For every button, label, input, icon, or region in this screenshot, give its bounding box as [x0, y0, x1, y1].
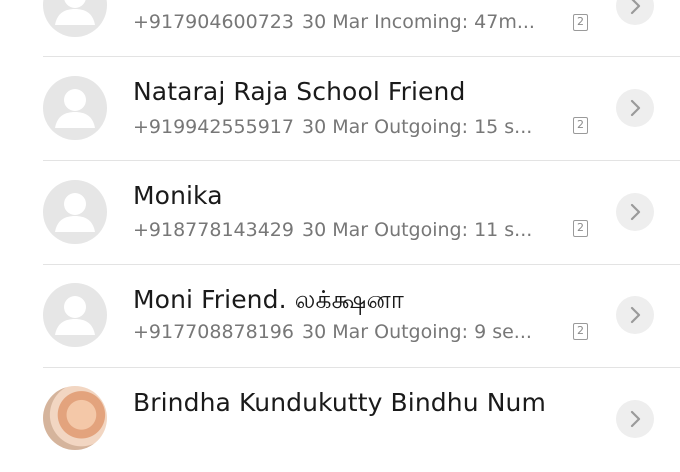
call-log-list: +917904600723 30 Mar Incoming: 47m... 2 N…: [0, 0, 680, 450]
contact-name: Monika: [133, 181, 223, 210]
call-detail: +917708878196 30 Mar Outgoing: 9 se...: [133, 320, 532, 344]
chevron-right-icon[interactable]: [616, 89, 654, 127]
call-detail: +919942555917 30 Mar Outgoing: 15 s...: [133, 115, 532, 139]
call-log-row[interactable]: Monika +918778143429 30 Mar Outgoing: 11 …: [0, 161, 680, 265]
call-date: 30 Mar: [301, 219, 369, 241]
call-summary: Outgoing: 9 se...: [374, 321, 532, 343]
sim-2-icon: 2: [573, 220, 588, 237]
call-summary: Incoming: 47m...: [374, 11, 535, 33]
chevron-right-icon[interactable]: [616, 193, 654, 231]
phone-number: +919942555917: [133, 116, 294, 138]
call-log-row[interactable]: Nataraj Raja School Friend +919942555917…: [0, 57, 680, 161]
default-contact-icon: [43, 180, 107, 244]
call-log-row[interactable]: Moni Friend. லக்க்ஷனா +917708878196 30 Ma…: [0, 265, 680, 369]
call-date: 30 Mar: [301, 321, 369, 343]
phone-number: +917708878196: [133, 321, 294, 343]
call-date: 30 Mar: [301, 11, 369, 33]
chevron-right-icon[interactable]: [616, 400, 654, 438]
sim-2-icon: 2: [573, 14, 588, 31]
call-log-row[interactable]: Brindha Kundukutty Bindhu Num: [0, 368, 680, 472]
chevron-right-icon[interactable]: [616, 0, 654, 25]
chevron-right-icon[interactable]: [616, 296, 654, 334]
contact-name: Brindha Kundukutty Bindhu Num: [133, 388, 546, 417]
phone-number: +918778143429: [133, 219, 294, 241]
contact-name: Moni Friend. லக்க்ஷனா: [133, 285, 404, 314]
call-date: 30 Mar: [301, 116, 369, 138]
sim-2-icon: 2: [573, 117, 588, 134]
sim-2-icon: 2: [573, 323, 588, 340]
call-detail: +917904600723 30 Mar Incoming: 47m...: [133, 10, 535, 34]
default-contact-icon: [43, 0, 107, 37]
contact-photo: [43, 386, 107, 450]
call-summary: Outgoing: 11 s...: [374, 219, 533, 241]
phone-number: +917904600723: [133, 11, 294, 33]
call-detail: +918778143429 30 Mar Outgoing: 11 s...: [133, 218, 532, 242]
default-contact-icon: [43, 76, 107, 140]
contact-name: Nataraj Raja School Friend: [133, 77, 466, 106]
call-summary: Outgoing: 15 s...: [374, 116, 533, 138]
default-contact-icon: [43, 283, 107, 347]
call-log-row[interactable]: +917904600723 30 Mar Incoming: 47m... 2: [0, 0, 680, 57]
